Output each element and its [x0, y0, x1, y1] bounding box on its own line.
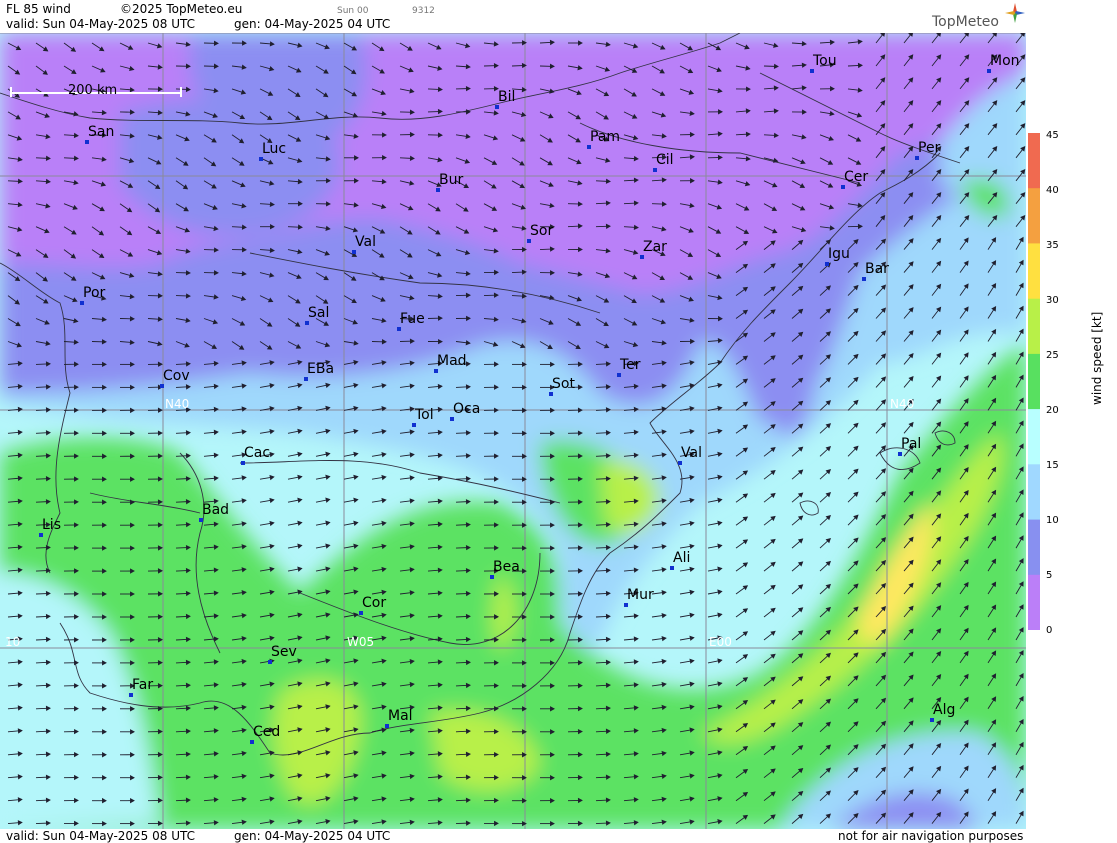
compass-star-icon: [1005, 3, 1025, 23]
code-label: 9312: [412, 6, 435, 16]
lon-label-w05: W05: [347, 635, 375, 649]
legend-band: [1028, 188, 1040, 244]
lon-label-e00: E00: [709, 635, 732, 649]
city-label: Cov: [163, 368, 190, 384]
city-label: Mur: [627, 587, 654, 603]
city-label: Ter: [620, 357, 641, 373]
lat-label-left: N40: [165, 397, 190, 411]
city-label: Igu: [828, 246, 850, 262]
legend-tick: 45: [1046, 130, 1059, 141]
wind-map[interactable]: 200 km N40 N40 10 W05 E00 San Bil Tou Mo…: [0, 33, 1026, 829]
city-label: Por: [83, 285, 106, 301]
legend-band: [1028, 409, 1040, 465]
legend-band: [1028, 519, 1040, 576]
legend-band: [1028, 464, 1040, 520]
city-label: Bea: [493, 559, 520, 575]
map-header: FL 85 wind ©2025 TopMeteo.eu Sun 00 9312…: [0, 0, 1026, 33]
city-label: Mal: [388, 708, 413, 724]
city-label: Tou: [813, 53, 837, 69]
city-label: Far: [132, 677, 154, 693]
lon-label-w10: 10: [5, 635, 21, 649]
copyright: ©2025 TopMeteo.eu: [120, 2, 243, 16]
city-label: Val: [681, 445, 702, 461]
city-label: Sot: [552, 376, 575, 392]
disclaimer: not for air navigation purposes: [838, 829, 1024, 843]
city-label: Val: [355, 234, 376, 250]
legend-tick: 30: [1046, 295, 1059, 306]
city-label: Cor: [362, 595, 387, 611]
city-label: Pam: [590, 129, 621, 145]
footer-valid-time: valid: Sun 04-May-2025 08 UTC: [6, 829, 195, 843]
city-label: Bil: [498, 89, 516, 105]
generation-time: gen: 04-May-2025 04 UTC: [234, 17, 391, 31]
legend-color-bar: [1028, 133, 1040, 630]
city-label: Tol: [415, 407, 434, 423]
city-label: Ced: [253, 724, 281, 740]
wind-field-svg: [0, 33, 1026, 829]
legend-tick: 10: [1046, 515, 1059, 526]
scale-bar: 200 km: [10, 83, 182, 98]
city-label: Cil: [656, 152, 674, 168]
city-label: Luc: [262, 141, 287, 157]
city-label: Per: [918, 140, 941, 156]
topmeteo-logo: TopMeteo: [932, 14, 999, 30]
map-footer: valid: Sun 04-May-2025 08 UTC gen: 04-Ma…: [0, 829, 1026, 843]
legend-tick: 35: [1046, 240, 1059, 251]
step-label: Sun 00: [337, 6, 369, 16]
legend-tick: 15: [1046, 460, 1059, 471]
city-label: Lis: [42, 517, 61, 533]
legend-tick: 25: [1046, 350, 1059, 361]
wind-speed-legend: 45 40 35 30 25 20 15 10 5 0: [1027, 131, 1059, 636]
legend-band: [1028, 243, 1040, 300]
legend-band: [1028, 298, 1040, 355]
city-label: Cac: [244, 445, 271, 461]
city-label: Alg: [933, 702, 956, 718]
scale-bar-label: 200 km: [68, 83, 118, 98]
city-label: EBa: [307, 361, 335, 377]
city-label: Mon: [990, 53, 1020, 69]
city-label: Pal: [901, 436, 922, 452]
legend-band: [1028, 133, 1040, 189]
city-label: Bar: [865, 261, 889, 277]
legend-band: [1028, 353, 1040, 410]
legend-band: [1028, 574, 1040, 630]
legend-tick: 5: [1046, 570, 1053, 581]
footer-generation-time: gen: 04-May-2025 04 UTC: [234, 829, 391, 843]
city-label: Zar: [643, 239, 667, 255]
valid-time: valid: Sun 04-May-2025 08 UTC: [6, 17, 195, 31]
city-label: Oca: [453, 401, 481, 417]
product-title: FL 85 wind: [6, 2, 71, 16]
city-label: San: [88, 124, 115, 140]
legend-tick: 20: [1046, 405, 1059, 416]
city-label: Mad: [437, 353, 467, 369]
city-label: Sor: [530, 223, 554, 239]
city-label: Sev: [271, 644, 297, 660]
city-label: Cer: [844, 169, 869, 185]
legend-tick: 0: [1046, 625, 1053, 636]
legend-tick: 40: [1046, 185, 1059, 196]
city-label: Fue: [400, 311, 425, 327]
lat-label-right: N40: [890, 397, 915, 411]
city-label: Bad: [202, 502, 230, 518]
city-label: Ali: [673, 550, 691, 566]
legend-title: wind speed [kt]: [1090, 311, 1104, 405]
city-label: Bur: [439, 172, 464, 188]
city-label: Sal: [308, 305, 330, 321]
